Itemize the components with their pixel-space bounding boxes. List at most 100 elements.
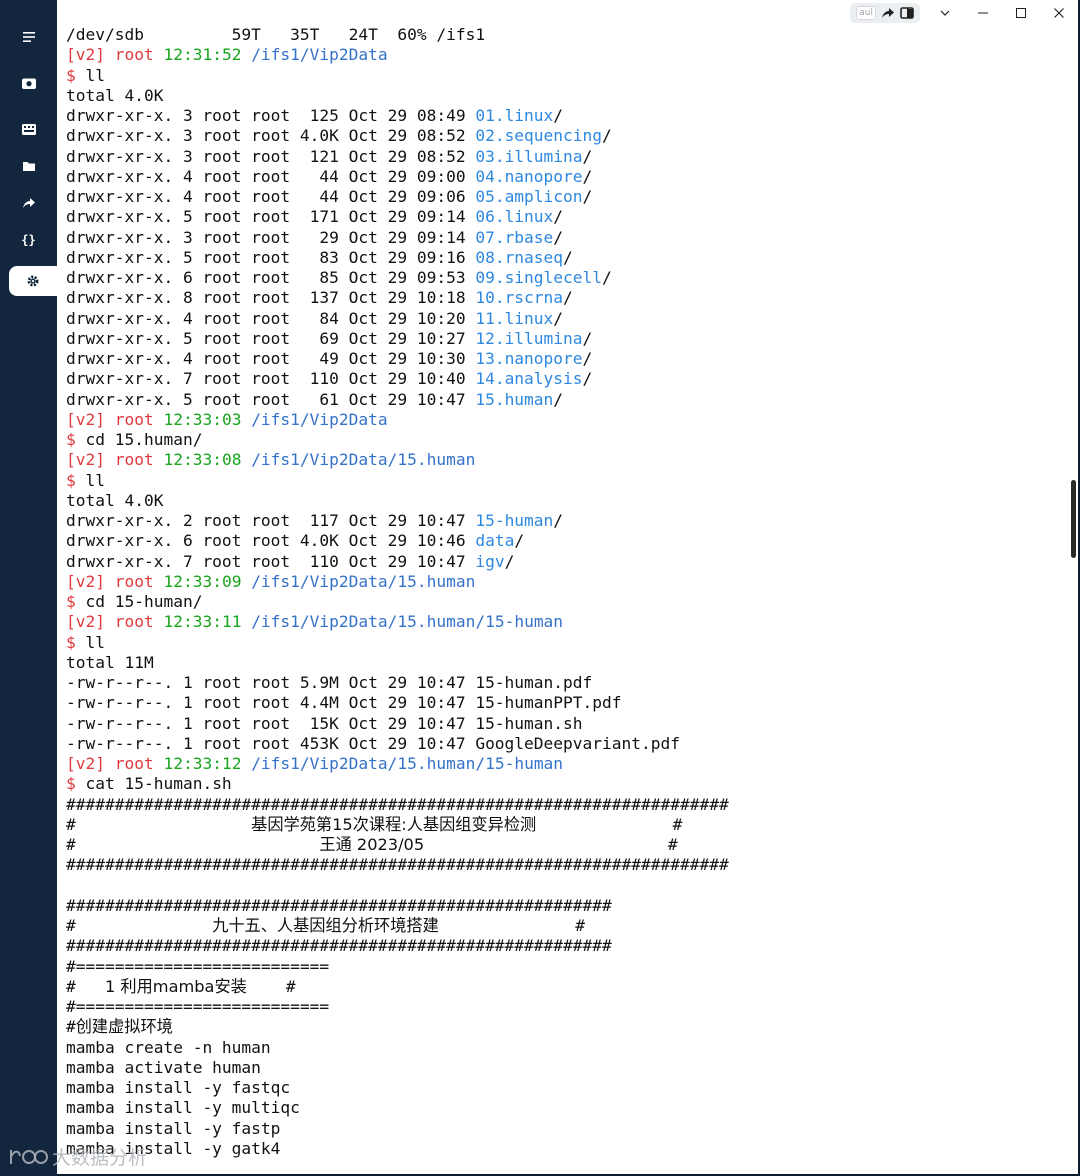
terminal-segment: total 11M [66, 652, 154, 672]
terminal-segment: drwxr-xr-x. 5 root root 171 Oct 29 09:14 [66, 207, 476, 227]
terminal-line: mamba install -y gatk4 [66, 1139, 729, 1159]
scrollbar-thumb[interactable] [1071, 480, 1076, 558]
terminal-segment: 基因学苑第15次课程:人基因组变异检测 [251, 814, 537, 834]
terminal-line: # 基因学苑第15次课程:人基因组变异检测 # [66, 815, 729, 835]
terminal-line: $ ll [66, 633, 729, 653]
split-pane-icon[interactable] [900, 7, 914, 19]
watermark-logo-icon [10, 1149, 48, 1164]
terminal-segment: ########################################… [66, 895, 612, 915]
minimize-icon[interactable] [964, 1, 1002, 25]
close-icon[interactable] [1040, 1, 1078, 25]
terminal-segment: /ifs1/Vip2Data [251, 45, 388, 65]
terminal-segment: / [514, 531, 525, 551]
watermark: 大数据分析 [8, 1143, 147, 1170]
terminal-segment [105, 572, 115, 591]
terminal-segment: / [553, 389, 564, 409]
terminal-segment [241, 410, 251, 429]
terminal-segment [154, 612, 164, 631]
terminal-segment: / [553, 207, 564, 227]
terminal-segment: cd 15.human/ [75, 430, 203, 449]
terminal-line: # 九十五、人基因组分析环境搭建 # [66, 916, 729, 936]
terminal-line: mamba install -y fastqc [66, 1078, 729, 1098]
terminal-line: [v2] root 12:33:03 /ifs1/Vip2Data [66, 410, 729, 430]
terminal-segment: 01.linux [475, 106, 554, 125]
terminal-segment: drwxr-xr-x. 3 root root 29 Oct 29 09:14 [66, 227, 476, 247]
terminal-line: mamba activate human [66, 1058, 729, 1078]
maximize-icon[interactable] [1002, 1, 1040, 25]
terminal-segment: ########################################… [66, 936, 612, 956]
terminal-segment: #========================== [66, 956, 330, 976]
terminal-line: $ ll [66, 471, 729, 491]
keyboard-icon[interactable] [0, 114, 57, 144]
terminal-line: ########################################… [66, 936, 729, 956]
terminal-segment: drwxr-xr-x. 5 root root 83 Oct 29 09:16 [66, 247, 476, 267]
terminal-segment: / [553, 308, 564, 328]
camera-icon[interactable] [0, 68, 57, 98]
terminal-segment: mamba install -y fastp [66, 1118, 281, 1138]
terminal-segment [154, 450, 164, 469]
terminal-line: drwxr-xr-x. 3 root root 4.0K Oct 29 08:5… [66, 126, 729, 146]
chevron-down-icon[interactable] [926, 1, 964, 25]
terminal-line: -rw-r--r--. 1 root root 453K Oct 29 10:4… [66, 734, 729, 754]
terminal-line: drwxr-xr-x. 2 root root 117 Oct 29 10:47… [66, 511, 729, 531]
terminal-line: -rw-r--r--. 1 root root 4.4M Oct 29 10:4… [66, 693, 729, 713]
terminal-line: drwxr-xr-x. 5 root root 83 Oct 29 09:16 … [66, 248, 729, 268]
terminal-segment: drwxr-xr-x. 5 root root 61 Oct 29 10:47 [66, 389, 476, 409]
terminal-segment: cat 15-human.sh [75, 774, 232, 794]
terminal-segment: mamba install -y fastqc [66, 1078, 291, 1097]
terminal-segment: 12:33:11 [163, 612, 242, 632]
terminal-segment: / [602, 126, 612, 146]
terminal-line: drwxr-xr-x. 4 root root 44 Oct 29 09:00 … [66, 167, 729, 187]
menu-icon[interactable] [0, 22, 57, 52]
terminal-segment: ll [75, 632, 105, 652]
terminal-segment: [v2] [66, 612, 105, 632]
terminal-segment: drwxr-xr-x. 4 root root 84 Oct 29 10:20 [66, 308, 476, 328]
terminal-segment: 12:33:03 [163, 409, 242, 429]
terminal-segment: # [66, 835, 320, 854]
terminal-segment: $ [66, 470, 76, 490]
terminal-segment: ll [75, 470, 105, 490]
terminal-output[interactable]: /dev/sdb 59T 35T 24T 60% /ifs1 [v2] root … [66, 25, 729, 1159]
terminal-segment [241, 572, 251, 591]
sidebar: {} [0, 0, 57, 1176]
code-braces-icon[interactable]: {} [0, 225, 57, 255]
terminal-segment: 06.linux [475, 207, 554, 227]
terminal-segment [154, 45, 164, 64]
terminal-line: $ cd 15.human/ [66, 430, 729, 450]
terminal-segment: [v2] [66, 571, 105, 591]
terminal-segment: 07.rbase [475, 227, 554, 247]
terminal-line: ########################################… [66, 855, 729, 875]
terminal-line: drwxr-xr-x. 4 root root 44 Oct 29 09:06 … [66, 187, 729, 207]
terminal-segment: drwxr-xr-x. 7 root root 110 Oct 29 10:47 [66, 551, 476, 571]
terminal-segment: [v2] [66, 45, 105, 65]
terminal-segment: /dev/sdb 59T 35T 24T 60% /ifs1 [66, 25, 486, 44]
terminal-line: /dev/sdb 59T 35T 24T 60% /ifs1 [66, 25, 729, 45]
terminal-segment: 15-human [475, 511, 554, 530]
terminal-segment [154, 572, 164, 591]
terminal-line: [v2] root 12:33:11 /ifs1/Vip2Data/15.hum… [66, 612, 729, 632]
terminal-segment: 12:33:09 [163, 571, 242, 591]
share-icon[interactable] [0, 188, 57, 218]
terminal-segment: drwxr-xr-x. 4 root root 44 Oct 29 09:00 [66, 166, 476, 186]
share-arrow-icon[interactable] [882, 8, 894, 18]
folder-icon[interactable] [0, 151, 57, 181]
terminal-segment: [v2] [66, 450, 105, 470]
terminal-segment: # [66, 976, 105, 996]
terminal-segment: drwxr-xr-x. 4 root root 49 Oct 29 10:30 [66, 349, 476, 368]
terminal-segment: $ [66, 592, 76, 611]
terminal-segment: 13.nanopore [475, 349, 583, 368]
terminal-segment: 03.illumina [475, 146, 583, 166]
terminal-segment: /ifs1/Vip2Data/15.human [251, 450, 476, 470]
terminal-line: drwxr-xr-x. 6 root root 4.0K Oct 29 10:4… [66, 531, 729, 551]
terminal-segment: / [582, 166, 593, 186]
terminal-segment: 12.illumina [475, 328, 583, 348]
terminal-segment: / [582, 349, 593, 368]
terminal-segment: $ [66, 65, 76, 85]
terminal-segment: / [563, 288, 573, 308]
gear-icon[interactable] [9, 266, 57, 296]
terminal-segment: # [424, 835, 678, 854]
terminal-line: ########################################… [66, 795, 729, 815]
terminal-segment: drwxr-xr-x. 7 root root 110 Oct 29 10:40 [66, 369, 476, 389]
terminal-line: drwxr-xr-x. 8 root root 137 Oct 29 10:18… [66, 288, 729, 308]
terminal-segment: 12:31:52 [163, 45, 242, 65]
